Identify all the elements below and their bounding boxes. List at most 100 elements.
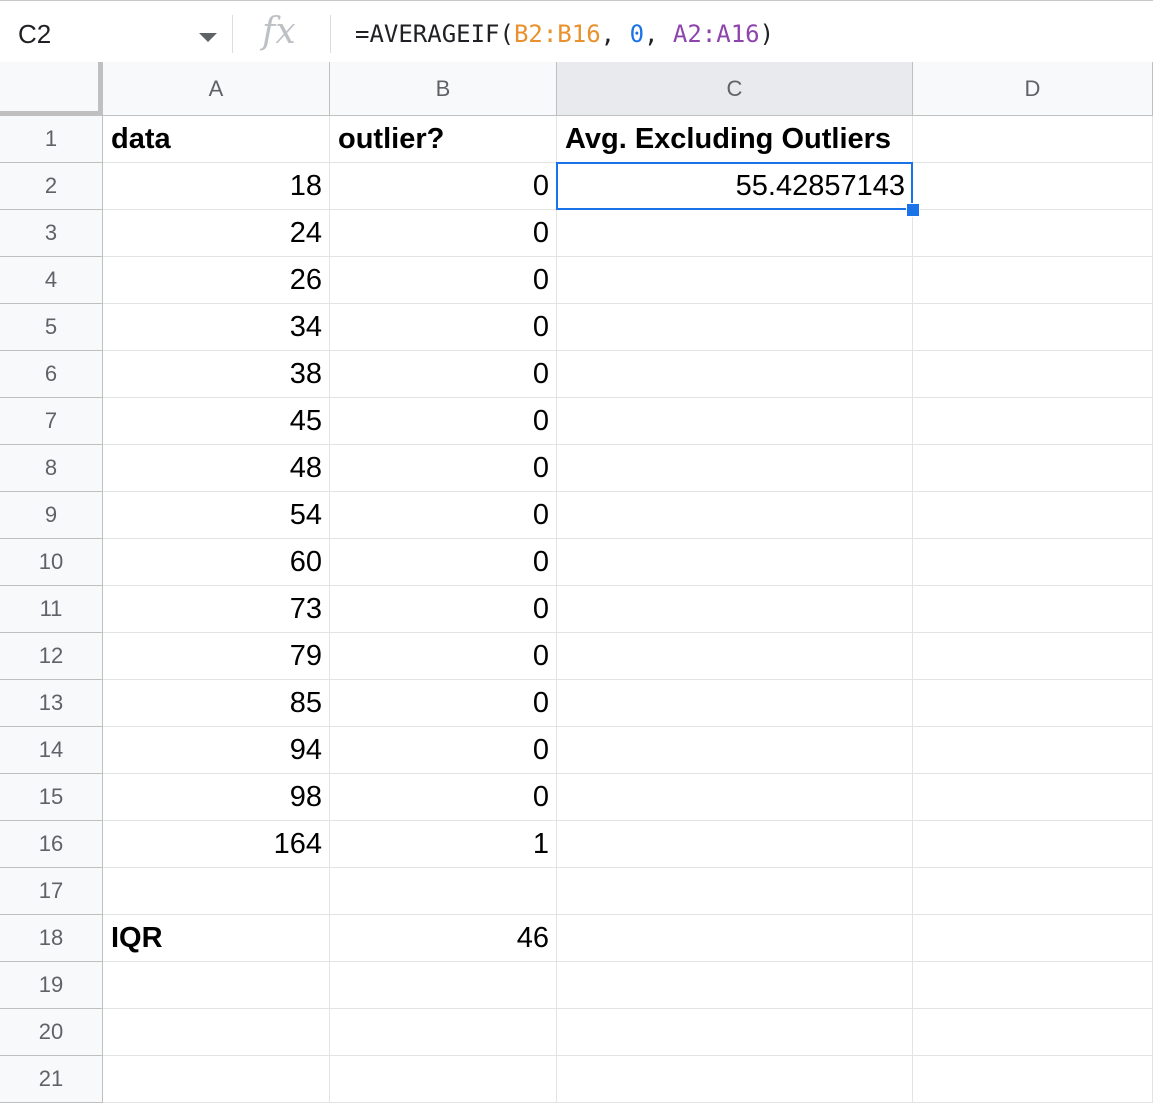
cell-b11[interactable]: 0 (330, 586, 557, 633)
cell-a18[interactable]: IQR (103, 915, 330, 962)
cell-d14[interactable] (913, 727, 1153, 774)
row-header-15[interactable]: 15 (0, 774, 103, 821)
row-header-17[interactable]: 17 (0, 868, 103, 915)
cell-d5[interactable] (913, 304, 1153, 351)
cell-b16[interactable]: 1 (330, 821, 557, 868)
row-header-7[interactable]: 7 (0, 398, 103, 445)
cell-c2[interactable]: 55.42857143 (557, 163, 913, 210)
row-header-21[interactable]: 21 (0, 1056, 103, 1103)
cell-c12[interactable] (557, 633, 913, 680)
cell-c16[interactable] (557, 821, 913, 868)
cell-d21[interactable] (913, 1056, 1153, 1103)
cell-b18[interactable]: 46 (330, 915, 557, 962)
row-header-16[interactable]: 16 (0, 821, 103, 868)
cell-d2[interactable] (913, 163, 1153, 210)
cell-d11[interactable] (913, 586, 1153, 633)
row-header-6[interactable]: 6 (0, 351, 103, 398)
column-header-b[interactable]: B (330, 62, 557, 116)
cell-a11[interactable]: 73 (103, 586, 330, 633)
cell-d3[interactable] (913, 210, 1153, 257)
row-header-18[interactable]: 18 (0, 915, 103, 962)
cell-d18[interactable] (913, 915, 1153, 962)
cell-c20[interactable] (557, 1009, 913, 1056)
cell-c15[interactable] (557, 774, 913, 821)
cell-d19[interactable] (913, 962, 1153, 1009)
cell-a20[interactable] (103, 1009, 330, 1056)
fill-handle[interactable] (906, 203, 920, 217)
cell-b9[interactable]: 0 (330, 492, 557, 539)
cell-d17[interactable] (913, 868, 1153, 915)
cell-a13[interactable]: 85 (103, 680, 330, 727)
cell-a4[interactable]: 26 (103, 257, 330, 304)
formula-input[interactable]: =AVERAGEIF(B2:B16, 0, A2:A16) (355, 20, 774, 48)
row-header-4[interactable]: 4 (0, 257, 103, 304)
cell-a14[interactable]: 94 (103, 727, 330, 774)
row-header-14[interactable]: 14 (0, 727, 103, 774)
cell-c10[interactable] (557, 539, 913, 586)
cell-c1[interactable]: Avg. Excluding Outliers (557, 116, 913, 163)
row-header-9[interactable]: 9 (0, 492, 103, 539)
cell-b12[interactable]: 0 (330, 633, 557, 680)
cell-a9[interactable]: 54 (103, 492, 330, 539)
row-header-12[interactable]: 12 (0, 633, 103, 680)
cell-c14[interactable] (557, 727, 913, 774)
cell-c18[interactable] (557, 915, 913, 962)
cell-a2[interactable]: 18 (103, 163, 330, 210)
cell-b5[interactable]: 0 (330, 304, 557, 351)
cell-a21[interactable] (103, 1056, 330, 1103)
cell-b4[interactable]: 0 (330, 257, 557, 304)
cell-d15[interactable] (913, 774, 1153, 821)
cell-b13[interactable]: 0 (330, 680, 557, 727)
cell-c7[interactable] (557, 398, 913, 445)
cell-b3[interactable]: 0 (330, 210, 557, 257)
row-header-13[interactable]: 13 (0, 680, 103, 727)
cell-b20[interactable] (330, 1009, 557, 1056)
column-header-a[interactable]: A (103, 62, 330, 116)
cell-a5[interactable]: 34 (103, 304, 330, 351)
cell-d7[interactable] (913, 398, 1153, 445)
row-header-8[interactable]: 8 (0, 445, 103, 492)
cell-a7[interactable]: 45 (103, 398, 330, 445)
cell-d1[interactable] (913, 116, 1153, 163)
cell-c11[interactable] (557, 586, 913, 633)
row-header-19[interactable]: 19 (0, 962, 103, 1009)
cell-b7[interactable]: 0 (330, 398, 557, 445)
cell-a8[interactable]: 48 (103, 445, 330, 492)
cell-b15[interactable]: 0 (330, 774, 557, 821)
cell-b10[interactable]: 0 (330, 539, 557, 586)
cell-a19[interactable] (103, 962, 330, 1009)
cell-b1[interactable]: outlier? (330, 116, 557, 163)
row-header-2[interactable]: 2 (0, 163, 103, 210)
cell-c19[interactable] (557, 962, 913, 1009)
cell-b19[interactable] (330, 962, 557, 1009)
name-box[interactable]: C2 (18, 19, 51, 50)
cell-b14[interactable]: 0 (330, 727, 557, 774)
row-header-3[interactable]: 3 (0, 210, 103, 257)
cell-c3[interactable] (557, 210, 913, 257)
name-box-dropdown-icon[interactable] (199, 33, 217, 42)
cell-c21[interactable] (557, 1056, 913, 1103)
cell-b17[interactable] (330, 868, 557, 915)
column-header-c[interactable]: C (557, 62, 913, 116)
cell-c4[interactable] (557, 257, 913, 304)
cell-a16[interactable]: 164 (103, 821, 330, 868)
cell-d9[interactable] (913, 492, 1153, 539)
cell-a15[interactable]: 98 (103, 774, 330, 821)
row-header-1[interactable]: 1 (0, 116, 103, 163)
cell-d13[interactable] (913, 680, 1153, 727)
cell-a17[interactable] (103, 868, 330, 915)
cell-b21[interactable] (330, 1056, 557, 1103)
cell-c9[interactable] (557, 492, 913, 539)
cell-c17[interactable] (557, 868, 913, 915)
cell-d16[interactable] (913, 821, 1153, 868)
cell-d20[interactable] (913, 1009, 1153, 1056)
cell-a10[interactable]: 60 (103, 539, 330, 586)
cell-a6[interactable]: 38 (103, 351, 330, 398)
cell-a12[interactable]: 79 (103, 633, 330, 680)
row-header-5[interactable]: 5 (0, 304, 103, 351)
cell-c8[interactable] (557, 445, 913, 492)
cell-b6[interactable]: 0 (330, 351, 557, 398)
cell-a3[interactable]: 24 (103, 210, 330, 257)
cell-a1[interactable]: data (103, 116, 330, 163)
cell-b2[interactable]: 0 (330, 163, 557, 210)
